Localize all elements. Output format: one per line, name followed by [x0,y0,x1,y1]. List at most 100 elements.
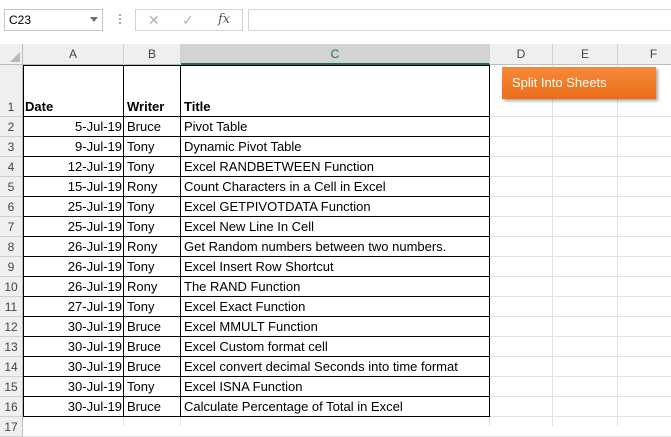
table-border [23,296,490,297]
writer-cell[interactable]: Tony [124,257,181,277]
name-box-value: C23 [9,13,32,27]
writer-cell[interactable]: Bruce [124,397,181,417]
title-cell[interactable]: Dynamic Pivot Table [181,137,490,157]
row-header-14[interactable]: 14 [0,357,23,377]
table-border [23,156,490,157]
row-header-15[interactable]: 15 [0,377,23,397]
date-cell[interactable]: 26-Jul-19 [23,257,124,277]
writer-cell[interactable]: Tony [124,157,181,177]
title-cell[interactable]: Count Characters in a Cell in Excel [181,177,490,197]
table-border [23,116,490,117]
row-header-7[interactable]: 7 [0,217,23,237]
date-cell[interactable]: 26-Jul-19 [23,277,124,297]
formula-buttons: ✕ ✓ fx [135,9,243,31]
column-header-f[interactable]: F [618,44,671,65]
row-header-10[interactable]: 10 [0,277,23,297]
formula-bar: C23 ✕ ✓ fx [0,0,671,44]
title-cell[interactable]: The RAND Function [181,277,490,297]
date-cell[interactable]: 27-Jul-19 [23,297,124,317]
drag-handle-icon[interactable] [118,12,122,28]
row-header-1[interactable]: 1 [0,65,23,117]
column-header-a[interactable]: A [23,44,124,65]
column-header-b[interactable]: B [124,44,181,65]
title-cell[interactable]: Excel Exact Function [181,297,490,317]
date-cell[interactable]: 30-Jul-19 [23,397,124,417]
writer-cell[interactable]: Bruce [124,317,181,337]
title-cell[interactable]: Excel RANDBETWEEN Function [181,157,490,177]
table-border [23,276,490,277]
date-cell[interactable]: 26-Jul-19 [23,237,124,257]
title-cell[interactable]: Pivot Table [181,117,490,137]
table-border [23,396,490,397]
date-cell[interactable]: 30-Jul-19 [23,357,124,377]
table-border [23,176,490,177]
column-header-d[interactable]: D [490,44,553,65]
row-header-6[interactable]: 6 [0,197,23,217]
date-cell[interactable]: 9-Jul-19 [23,137,124,157]
writer-cell[interactable]: Bruce [124,337,181,357]
date-cell[interactable]: 30-Jul-19 [23,337,124,357]
name-box[interactable]: C23 [4,9,103,31]
table-border [23,236,490,237]
table-border [23,196,490,197]
title-cell[interactable]: Excel Insert Row Shortcut [181,257,490,277]
close-icon[interactable]: ✕ [148,12,160,28]
header-cell-date[interactable]: Date [23,97,124,117]
writer-cell[interactable]: Rony [124,237,181,257]
select-all-corner[interactable] [0,44,23,65]
writer-cell[interactable]: Tony [124,297,181,317]
row-header-3[interactable]: 3 [0,137,23,157]
date-cell[interactable]: 30-Jul-19 [23,377,124,397]
date-cell[interactable]: 5-Jul-19 [23,117,124,137]
writer-cell[interactable]: Rony [124,277,181,297]
table-border [23,416,490,417]
header-cell-title[interactable]: Title [181,97,490,117]
title-cell[interactable]: Excel Custom format cell [181,337,490,357]
title-cell[interactable]: Excel MMULT Function [181,317,490,337]
row-header-2[interactable]: 2 [0,117,23,137]
date-cell[interactable]: 25-Jul-19 [23,217,124,237]
gridline [617,65,618,426]
date-cell[interactable]: 25-Jul-19 [23,197,124,217]
writer-cell[interactable]: Tony [124,377,181,397]
row-header-11[interactable]: 11 [0,297,23,317]
row-header-5[interactable]: 5 [0,177,23,197]
writer-cell[interactable]: Tony [124,217,181,237]
title-cell[interactable]: Get Random numbers between two numbers. [181,237,490,257]
insert-function-icon[interactable]: fx [218,12,230,28]
date-cell[interactable]: 30-Jul-19 [23,317,124,337]
table-border [23,65,490,66]
column-header-e[interactable]: E [553,44,618,65]
row-header-13[interactable]: 13 [0,337,23,357]
table-border [23,65,24,417]
row-header-4[interactable]: 4 [0,157,23,177]
row-header-12[interactable]: 12 [0,317,23,337]
title-cell[interactable]: Excel convert decimal Seconds into time … [181,357,490,377]
formula-input[interactable] [248,9,671,31]
writer-cell[interactable]: Bruce [124,117,181,137]
row-header-9[interactable]: 9 [0,257,23,277]
title-cell[interactable]: Excel ISNA Function [181,377,490,397]
table-border [23,216,490,217]
column-header-c[interactable]: C [181,44,490,65]
table-border [23,376,490,377]
table-border [23,356,490,357]
check-icon[interactable]: ✓ [182,12,194,28]
title-cell[interactable]: Excel New Line In Cell [181,217,490,237]
row-header-8[interactable]: 8 [0,237,23,257]
split-into-sheets-button[interactable]: Split Into Sheets [502,67,656,99]
writer-cell[interactable]: Tony [124,137,181,157]
header-cell-writer[interactable]: Writer [124,97,181,117]
row-header-17[interactable]: 17 [0,417,23,437]
writer-cell[interactable]: Rony [124,177,181,197]
writer-cell[interactable]: Bruce [124,357,181,377]
table-border [23,316,490,317]
title-cell[interactable]: Calculate Percentage of Total in Excel [181,397,490,417]
title-cell[interactable]: Excel GETPIVOTDATA Function [181,197,490,217]
date-cell[interactable]: 12-Jul-19 [23,157,124,177]
date-cell[interactable]: 15-Jul-19 [23,177,124,197]
chevron-down-icon[interactable] [90,17,98,22]
writer-cell[interactable]: Tony [124,197,181,217]
row-header-16[interactable]: 16 [0,397,23,417]
table-border [23,336,490,337]
